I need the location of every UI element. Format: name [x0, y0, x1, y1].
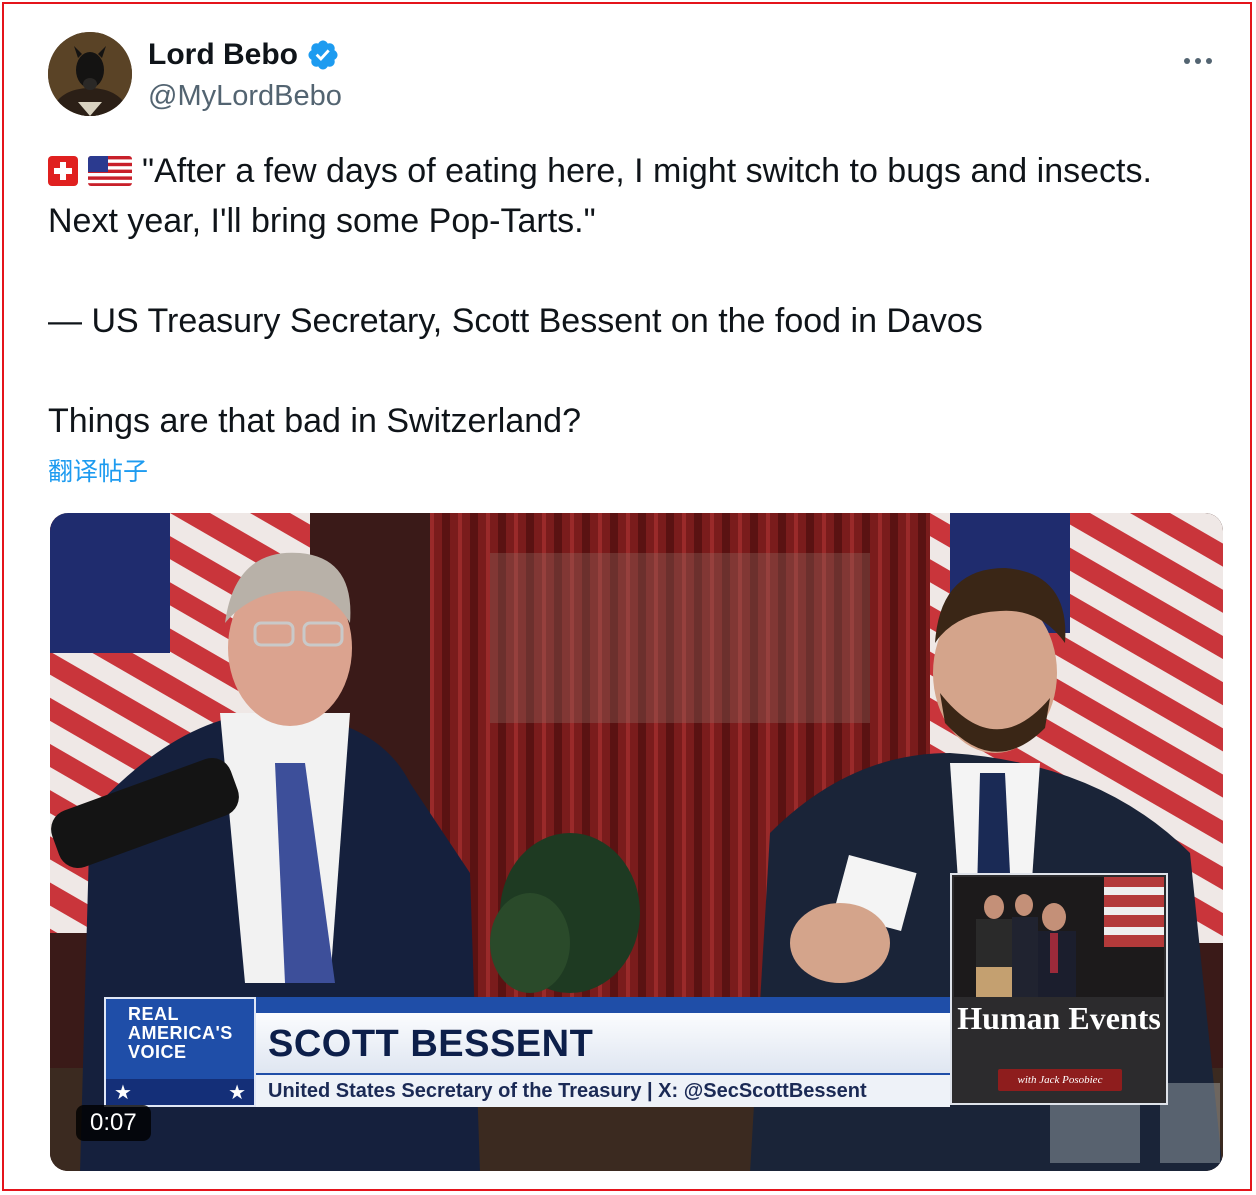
tweet-body: "After a few days of eating here, I migh… — [48, 146, 1198, 446]
verified-badge-icon — [308, 40, 338, 70]
press-conference-inset — [954, 877, 1164, 997]
quote-text: "After a few days of eating here, I migh… — [48, 152, 1152, 240]
translate-post-link[interactable]: 翻译帖子 — [48, 452, 148, 488]
avatar[interactable] — [48, 32, 132, 116]
author-handle[interactable]: @MyLordBebo — [148, 80, 342, 113]
speaker-name: SCOTT BESSENT — [268, 1023, 594, 1065]
video-player[interactable]: Human Events with Jack Posobiec REAL AME… — [50, 513, 1223, 1171]
author-name[interactable]: Lord Bebo — [148, 38, 298, 72]
comment-text: Things are that bad in Switzerland? — [48, 402, 581, 440]
attribution-text: — US Treasury Secretary, Scott Bessent o… — [48, 302, 983, 340]
quote-paragraph: "After a few days of eating here, I migh… — [48, 146, 1198, 246]
speaker-title: United States Secretary of the Treasury … — [268, 1080, 867, 1102]
more-options-icon[interactable] — [1178, 46, 1218, 76]
nameplate: SCOTT BESSENT United States Secretary of… — [256, 997, 950, 1107]
star-icon: ★ ★ — [106, 1079, 254, 1105]
us-flag-icon — [88, 156, 132, 186]
video-timestamp: 0:07 — [76, 1105, 151, 1141]
real-americas-voice-logo: REAL AMERICA'S VOICE ★ ★ — [104, 997, 256, 1107]
swiss-flag-icon — [48, 156, 78, 186]
tweet-header: Lord Bebo @MyLordBebo — [48, 32, 1228, 118]
network-logo-text: REAL AMERICA'S VOICE — [128, 1004, 233, 1062]
lower-third-banner: REAL AMERICA'S VOICE ★ ★ SCOTT BESSENT Un… — [104, 997, 1169, 1107]
